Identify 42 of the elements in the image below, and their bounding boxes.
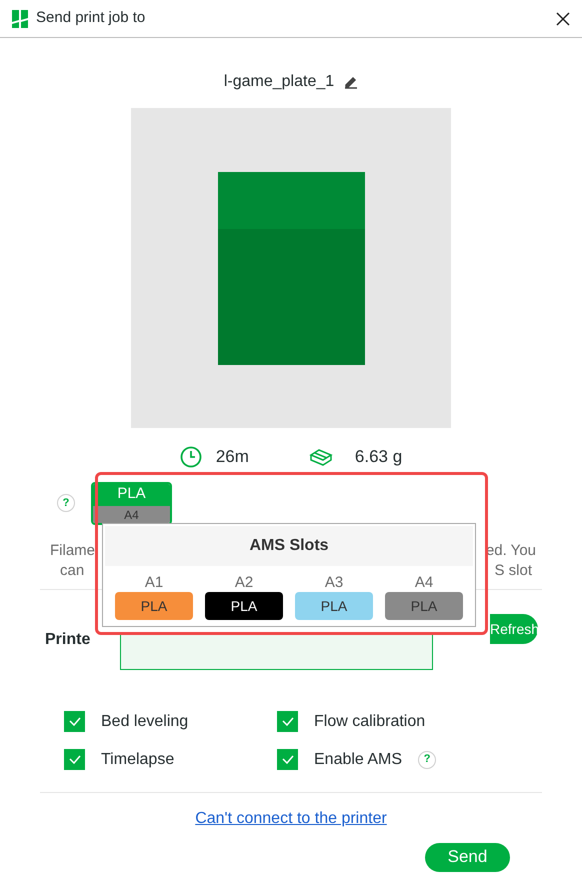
slot-material[interactable]: PLA: [115, 592, 193, 620]
slot-id: A2: [234, 574, 254, 592]
help-icon[interactable]: ?: [418, 750, 436, 768]
window-title: Send print job to: [36, 8, 146, 28]
filament-slot: A4: [93, 506, 170, 522]
option-label: Enable AMS: [314, 750, 402, 770]
checkbox[interactable]: [64, 749, 85, 770]
filament-tag[interactable]: PLA A4: [91, 482, 172, 524]
clock-icon: [180, 446, 202, 468]
slot-material[interactable]: PLA: [205, 592, 283, 620]
slot-id: A4: [414, 574, 434, 592]
checkmark-icon: [68, 755, 80, 764]
printer-label: Printe: [45, 630, 90, 650]
checkmark-icon: [282, 717, 294, 726]
help-icon[interactable]: ?: [57, 494, 75, 512]
print-time: 26m: [216, 446, 249, 468]
app-logo-icon: [12, 10, 28, 28]
checkbox[interactable]: [277, 749, 298, 770]
close-icon[interactable]: [556, 12, 570, 26]
popup-title: AMS Slots: [249, 536, 329, 556]
filament-note-text: Filame: [50, 540, 96, 560]
refresh-button[interactable]: Refresh: [490, 614, 538, 644]
option-label: Timelapse: [101, 750, 174, 770]
send-button[interactable]: Send: [425, 842, 510, 872]
option-label: Bed leveling: [101, 712, 188, 732]
slot-id: A1: [144, 574, 164, 592]
option-label: Flow calibration: [314, 712, 426, 732]
help-link[interactable]: Can't connect to the printer: [195, 806, 387, 830]
checkmark-icon: [68, 717, 80, 726]
slot-material[interactable]: PLA: [385, 592, 463, 620]
filament-stack-icon: [308, 446, 333, 467]
checkmark-icon: [282, 755, 294, 764]
slot-material[interactable]: PLA: [295, 592, 373, 620]
edit-pencil-icon[interactable]: [344, 75, 358, 89]
slot-id: A3: [324, 574, 344, 592]
checkbox[interactable]: [64, 711, 85, 732]
plate-name: l-game_plate_1: [224, 72, 334, 92]
filament-weight: 6.63 g: [354, 446, 402, 468]
filament-note-text: can: [59, 560, 86, 580]
filament-note-text: S slot: [494, 560, 533, 580]
filament-material: PLA: [93, 484, 170, 506]
checkbox[interactable]: [277, 711, 298, 732]
